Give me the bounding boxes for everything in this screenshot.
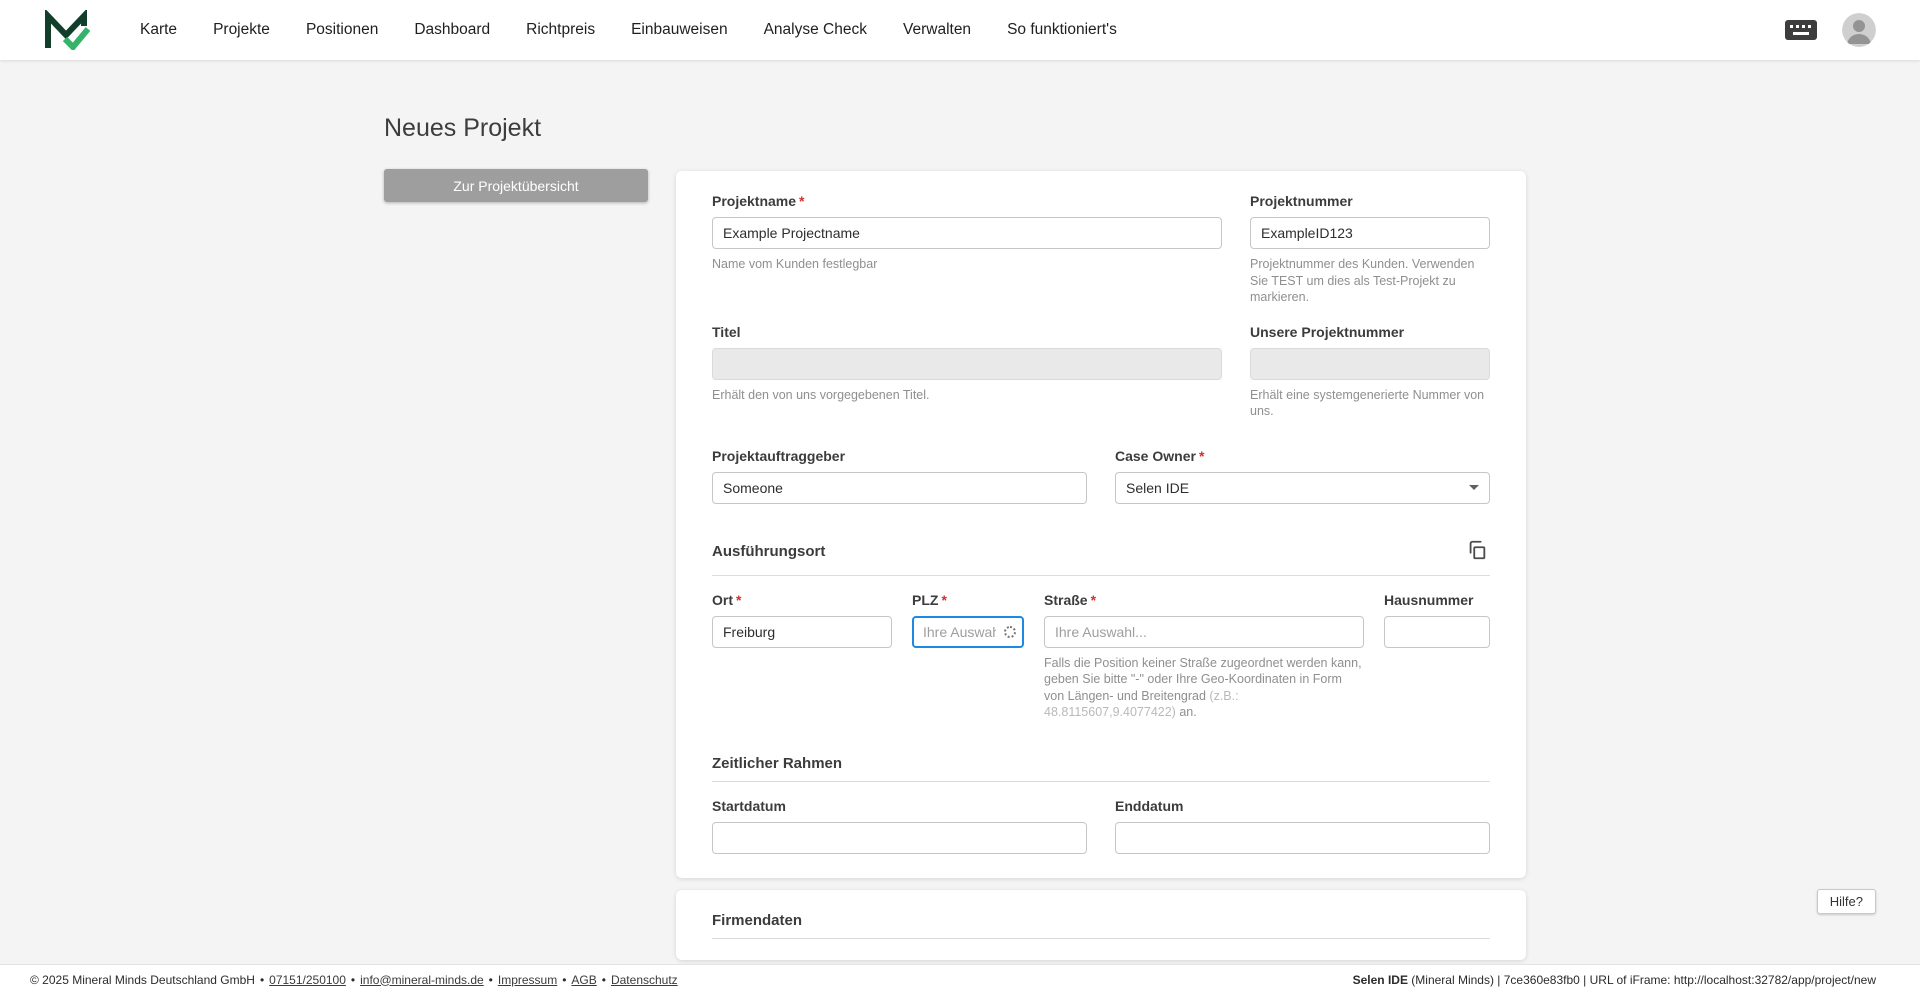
field-unsere-projektnummer: Unsere Projektnummer Erhält eine systemg… (1250, 324, 1490, 420)
footer-separator: • (601, 972, 606, 987)
footer-impressum-link[interactable]: Impressum (498, 973, 557, 987)
startdatum-label: Startdatum (712, 797, 786, 814)
ausfuehrungsort-section-header: Ausführungsort (712, 537, 1490, 566)
help-button[interactable]: Hilfe? (1816, 889, 1876, 914)
nav-item-einbauweisen[interactable]: Einbauweisen (631, 21, 728, 39)
section-divider (712, 574, 1490, 576)
ausfuehrungsort-section-title: Ausführungsort (712, 542, 826, 560)
projektnummer-helper: Projektnummer des Kunden. Verwenden Sie … (1250, 257, 1475, 304)
top-navbar: Karte Projekte Positionen Dashboard Rich… (0, 0, 1920, 60)
footer-separator: • (350, 972, 356, 987)
unsere-projektnummer-label: Unsere Projektnummer (1250, 323, 1405, 340)
projektname-label: Projektname * (712, 193, 805, 209)
case-owner-label: Case Owner * (1115, 447, 1205, 464)
startdatum-input[interactable] (712, 821, 1087, 854)
field-enddatum: Enddatum (1115, 798, 1490, 854)
case-owner-selected-value: Selen IDE (1126, 479, 1190, 496)
required-marker: * (799, 193, 805, 209)
footer-separator: • (562, 972, 567, 987)
field-plz: PLZ * (912, 592, 1024, 721)
ort-label: Ort * (712, 591, 742, 608)
footer-agb-link[interactable]: AGB (571, 973, 596, 987)
chevron-down-icon (1469, 485, 1479, 490)
projektauftraggeber-input[interactable] (712, 471, 1087, 504)
zeitlicher-rahmen-section-title: Zeitlicher Rahmen (712, 754, 843, 772)
projektnummer-input[interactable] (1250, 217, 1490, 249)
footer-status: Selen IDE (Mineral Minds) | 7ce360e83fb0… (1353, 973, 1876, 987)
nav-item-projekte[interactable]: Projekte (213, 21, 270, 39)
titel-input (712, 347, 1222, 380)
plz-label: PLZ * (912, 591, 947, 608)
required-marker: * (736, 591, 742, 608)
field-case-owner: Case Owner * Selen IDE (1115, 448, 1490, 504)
loading-spinner-icon (1004, 626, 1016, 638)
field-projektauftraggeber: Projektauftraggeber (712, 448, 1087, 504)
hausnummer-input[interactable] (1384, 615, 1490, 648)
titel-label: Titel (712, 323, 741, 340)
page-footer: © 2025 Mineral Minds Deutschland GmbH • … (0, 964, 1920, 994)
unsere-projektnummer-input (1250, 347, 1490, 380)
nav-item-dashboard[interactable]: Dashboard (414, 21, 490, 39)
enddatum-input[interactable] (1115, 821, 1490, 854)
nav-item-so-funktionierts[interactable]: So funktioniert's (1007, 21, 1117, 39)
user-avatar[interactable] (1842, 13, 1876, 47)
field-projektnummer: Projektnummer Projektnummer des Kunden. … (1250, 193, 1490, 306)
copy-icon (1466, 539, 1488, 564)
mineral-minds-logo-icon[interactable] (44, 8, 91, 52)
firmendaten-section-title: Firmendaten (712, 912, 803, 929)
footer-email-link[interactable]: info@mineral-minds.de (360, 973, 484, 987)
field-projektname: Projektname* Name vom Kunden festlegbar (712, 193, 1222, 306)
back-to-overview-button[interactable]: Zur Projektübersicht (384, 169, 648, 202)
nav-item-analyse-check[interactable]: Analyse Check (764, 21, 867, 39)
hausnummer-label: Hausnummer (1384, 591, 1474, 608)
footer-copyright: © 2025 Mineral Minds Deutschland GmbH (30, 972, 255, 987)
projektauftraggeber-label: Projektauftraggeber (712, 447, 846, 464)
field-ort: Ort * (712, 592, 892, 721)
zeitlicher-rahmen-section-header: Zeitlicher Rahmen (712, 755, 1490, 772)
unsere-projektnummer-helper: Erhält eine systemgenerierte Nummer von … (1250, 387, 1485, 419)
navbar-right-actions (1784, 13, 1876, 47)
footer-separator: • (488, 972, 493, 987)
projektnummer-label: Projektnummer (1250, 193, 1353, 209)
nav-item-verwalten[interactable]: Verwalten (903, 21, 971, 39)
footer-status-user: Selen IDE (1352, 972, 1408, 987)
nav-item-karte[interactable]: Karte (140, 21, 177, 39)
nav-item-positionen[interactable]: Positionen (306, 21, 378, 39)
case-owner-select[interactable]: Selen IDE (1115, 471, 1490, 504)
footer-phone-link[interactable]: 07151/250100 (269, 973, 346, 987)
enddatum-label: Enddatum (1115, 797, 1184, 814)
footer-datenschutz-link[interactable]: Datenschutz (611, 973, 678, 987)
nav-item-richtpreis[interactable]: Richtpreis (526, 21, 595, 39)
firmendaten-section-header: Firmendaten (712, 912, 1490, 929)
required-marker: * (941, 591, 947, 608)
field-startdatum: Startdatum (712, 798, 1087, 854)
field-titel: Titel Erhält den von uns vorgegebenen Ti… (712, 324, 1222, 420)
required-marker: * (1198, 447, 1205, 464)
strasse-helper: Falls die Position keiner Straße zugeord… (1044, 655, 1362, 720)
page-title: Neues Projekt (384, 114, 542, 142)
main-navigation: Karte Projekte Positionen Dashboard Rich… (140, 21, 1117, 39)
field-strasse: Straße* Falls die Position keiner Straße… (1044, 592, 1364, 721)
section-divider (712, 780, 1490, 782)
footer-status-detail: (Mineral Minds) | 7ce360e83fb0 | URL of … (1407, 972, 1876, 987)
section-divider (712, 938, 1490, 939)
required-marker: * (1090, 591, 1097, 608)
field-hausnummer: Hausnummer (1384, 592, 1490, 721)
titel-helper: Erhält den von uns vorgegebenen Titel. (712, 387, 930, 402)
strasse-label: Straße * (1044, 591, 1097, 608)
keyboard-icon[interactable] (1784, 19, 1818, 41)
footer-left: © 2025 Mineral Minds Deutschland GmbH • … (30, 973, 678, 987)
projektname-input[interactable] (712, 217, 1222, 249)
ort-input[interactable] (712, 615, 892, 648)
copy-address-button[interactable] (1464, 537, 1490, 566)
projektname-helper: Name vom Kunden festlegbar (712, 257, 878, 271)
firmendaten-card: Firmendaten (676, 890, 1526, 960)
strasse-input[interactable] (1044, 615, 1364, 648)
footer-separator: • (259, 972, 265, 987)
new-project-form-card: Projektname* Name vom Kunden festlegbar … (676, 171, 1526, 878)
